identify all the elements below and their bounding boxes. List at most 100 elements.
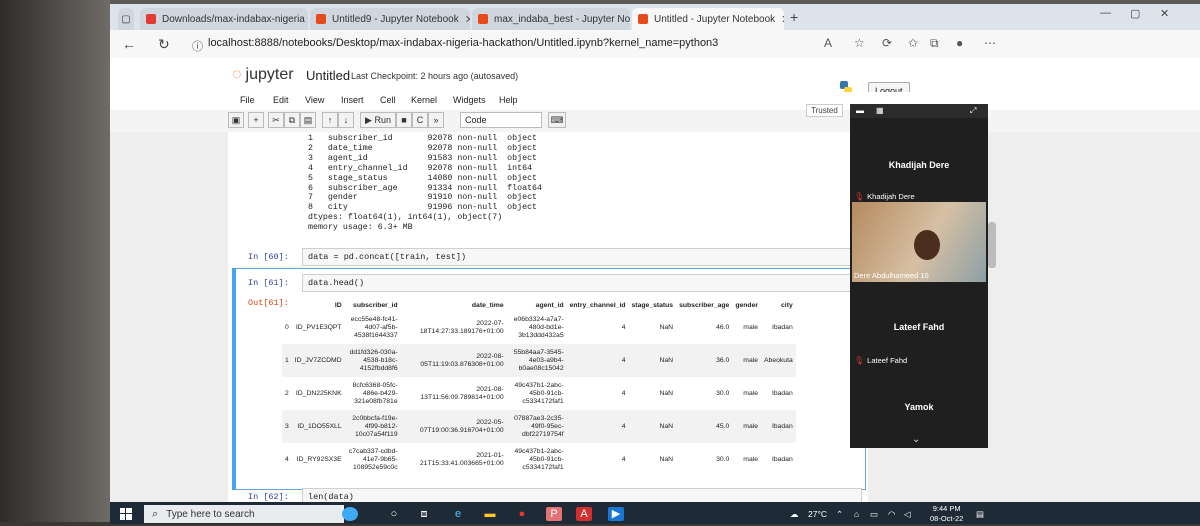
close-icon[interactable]: ✕ bbox=[775, 13, 784, 26]
grid-view-icon[interactable]: ▦ bbox=[876, 106, 884, 115]
volume-icon[interactable]: ◁ bbox=[904, 509, 911, 520]
cell-date-time: 2022-08-05T11:19:03.876308+01:00 bbox=[400, 344, 507, 377]
wifi-icon[interactable]: ◠ bbox=[888, 509, 895, 520]
edge-icon[interactable]: e bbox=[450, 507, 466, 521]
address-bar: ← ↻ ⓘ localhost:8888/notebooks/Desktop/m… bbox=[110, 30, 1200, 59]
taskbar-clock[interactable]: 9:44 PM 08-Oct-22 bbox=[930, 504, 963, 524]
cell-id: ID_DN225KNK bbox=[295, 390, 342, 397]
move-up-icon[interactable]: ↑ bbox=[322, 112, 338, 128]
chevron-down-icon[interactable]: ⌄ bbox=[912, 434, 920, 445]
powerpoint-icon[interactable]: P bbox=[546, 507, 562, 521]
refresh-page-icon[interactable]: ⟳ bbox=[882, 36, 892, 50]
profile-icon[interactable]: ● bbox=[956, 36, 963, 50]
mic-muted-icon: 🎙 bbox=[854, 192, 865, 201]
code-cell[interactable]: data.head() bbox=[302, 274, 862, 292]
cell-stage-status: NaN bbox=[659, 324, 674, 331]
favorite-icon[interactable]: ☆ bbox=[854, 36, 865, 50]
dataframe-table: ID subscriber_id date_time agent_id entr… bbox=[282, 300, 796, 476]
menu-kernel[interactable]: Kernel bbox=[411, 95, 437, 105]
jupyter-logo[interactable]: ◌ jupyter bbox=[232, 66, 294, 84]
network-icon[interactable]: ⌂ bbox=[854, 509, 859, 519]
chevron-up-icon[interactable]: ⌃ bbox=[836, 509, 843, 520]
menu-edit[interactable]: Edit bbox=[273, 95, 289, 105]
minimize-icon[interactable]: ▬ bbox=[856, 106, 864, 115]
menu-bar: File Edit View Insert Cell Kernel Widget… bbox=[110, 92, 1200, 110]
zoom-icon[interactable]: ▶ bbox=[608, 507, 624, 521]
notifications-icon[interactable]: ▤ bbox=[976, 509, 984, 520]
read-aloud-icon[interactable]: A bbox=[824, 36, 832, 50]
cut-icon[interactable]: ✂ bbox=[268, 112, 284, 128]
move-down-icon[interactable]: ↓ bbox=[338, 112, 354, 128]
page-scrollbar[interactable] bbox=[988, 222, 996, 268]
cell-stage-status: NaN bbox=[628, 410, 677, 443]
back-icon[interactable]: ← bbox=[122, 36, 136, 52]
search-icon: ⌕ bbox=[152, 507, 159, 520]
tab-favicon-icon bbox=[146, 14, 156, 24]
close-icon[interactable]: ✕ bbox=[305, 13, 308, 26]
keyboard-icon[interactable]: ⌨ bbox=[548, 112, 566, 128]
paste-icon[interactable]: ▤ bbox=[300, 112, 316, 128]
favorites-bar-icon[interactable]: ✩ bbox=[908, 36, 918, 50]
weather-icon[interactable]: ☁ bbox=[790, 509, 799, 520]
taskbar-search[interactable]: ⌕ Type here to search bbox=[144, 505, 344, 523]
cortana-icon[interactable]: ○ bbox=[386, 507, 402, 521]
code-cell[interactable]: data = pd.concat([train, test]) bbox=[302, 248, 862, 266]
windows-start-icon[interactable] bbox=[120, 508, 132, 520]
column-header: subscriber_age bbox=[679, 302, 730, 309]
tab-untitled9[interactable]: Untitled9 - Jupyter Notebook ✕ bbox=[310, 8, 470, 30]
column-header: agent_id bbox=[535, 302, 564, 309]
copy-icon[interactable]: ⧉ bbox=[284, 112, 300, 128]
participant-label: 🎙 Lateef Fahd bbox=[854, 356, 907, 365]
menu-insert[interactable]: Insert bbox=[341, 95, 364, 105]
fast-forward-icon[interactable]: » bbox=[428, 112, 444, 128]
cell-stage-status: NaN bbox=[628, 344, 677, 377]
battery-icon[interactable]: ▭ bbox=[870, 509, 878, 520]
pop-out-icon[interactable]: ⤢ bbox=[970, 106, 976, 116]
checkpoint-status: Last Checkpoint: 2 hours ago (autosaved) bbox=[351, 71, 519, 81]
tab-untitled[interactable]: Untitled - Jupyter Notebook ✕ bbox=[632, 8, 784, 30]
close-icon[interactable]: ✕ bbox=[459, 13, 470, 26]
task-view-icon[interactable]: ⧈ bbox=[416, 507, 432, 521]
menu-widgets[interactable]: Widgets bbox=[453, 95, 486, 105]
close-window-icon[interactable]: ✕ bbox=[1160, 7, 1169, 20]
weather-temp[interactable]: 27°C bbox=[808, 509, 827, 519]
collections-icon[interactable]: ⧉ bbox=[930, 36, 939, 51]
acrobat-icon[interactable]: A bbox=[576, 507, 592, 521]
menu-file[interactable]: File bbox=[240, 95, 255, 105]
menu-view[interactable]: View bbox=[305, 95, 324, 105]
refresh-icon[interactable]: ↻ bbox=[158, 36, 170, 53]
trusted-indicator[interactable]: Trusted bbox=[806, 104, 843, 117]
column-header: subscriber_id bbox=[353, 302, 398, 309]
add-cell-icon[interactable]: + bbox=[248, 112, 264, 128]
weather-widget-icon[interactable] bbox=[342, 507, 358, 521]
participant-label-text: Lateef Fahd bbox=[867, 356, 908, 365]
url-field[interactable]: localhost:8888/notebooks/Desktop/max-ind… bbox=[208, 37, 718, 49]
table-row: 3 ID_1DO55XLL 2c0bbcfa-f19e-4f99-b812-10… bbox=[282, 410, 796, 443]
input-prompt: In [62]: bbox=[248, 492, 289, 502]
cell-type-select[interactable]: Code bbox=[460, 112, 542, 128]
restart-icon[interactable]: C bbox=[412, 112, 428, 128]
column-header: date_time bbox=[471, 302, 504, 309]
file-explorer-icon[interactable]: ▬ bbox=[482, 507, 498, 521]
menu-cell[interactable]: Cell bbox=[380, 95, 396, 105]
maximize-icon[interactable]: ▢ bbox=[1130, 7, 1140, 20]
minimize-icon[interactable]: — bbox=[1100, 7, 1111, 19]
table-row: 1 ID_JV7ZCDMD dd1fd326-030a-4538-b18c-41… bbox=[282, 344, 796, 377]
tab-max-indaba-best[interactable]: max_indaba_best - Jupyter Note ✕ bbox=[472, 8, 630, 30]
row-index: 3 bbox=[282, 410, 292, 443]
more-icon[interactable]: ⋯ bbox=[984, 36, 996, 50]
save-icon[interactable]: ▣ bbox=[228, 112, 244, 128]
jupyter-logo-icon: ◌ bbox=[232, 66, 242, 83]
participant-video[interactable]: Dere Abdulhameed 10 bbox=[852, 202, 986, 282]
notebook-name[interactable]: Untitled bbox=[306, 68, 350, 83]
stop-icon[interactable]: ■ bbox=[396, 112, 412, 128]
menu-help[interactable]: Help bbox=[499, 95, 518, 105]
cell-agent-id: e06b3324-a7a7-480d-bd1e-3b13ddd432a5 bbox=[513, 315, 564, 339]
cell-subscriber-age: 30.0 bbox=[716, 390, 730, 397]
run-button[interactable]: ▶ Run bbox=[360, 112, 396, 128]
tab-downloads[interactable]: Downloads/max-indabax-nigeria ✕ bbox=[140, 8, 308, 30]
chrome-icon[interactable]: ● bbox=[514, 507, 530, 521]
new-tab-button[interactable]: + bbox=[790, 9, 798, 25]
cell-agent-id: 49c437b1-2abc-45b0-91cb-c5334172faf1 bbox=[514, 381, 564, 405]
tab-actions-icon[interactable]: ▢ bbox=[118, 8, 134, 30]
